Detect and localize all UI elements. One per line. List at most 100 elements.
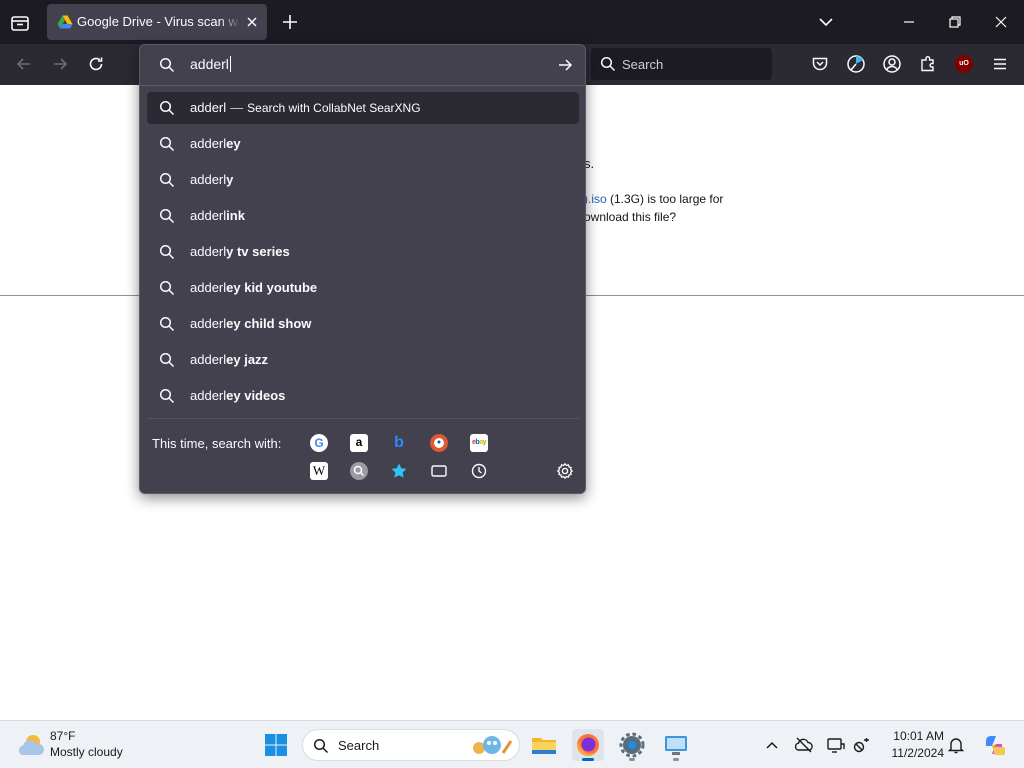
urlbar-input[interactable]: adderl [190, 56, 231, 76]
taskbar-search-box[interactable]: Search [302, 729, 520, 761]
result-typed: adderl [190, 280, 227, 295]
menu-icon[interactable] [990, 54, 1010, 74]
urlbar-result[interactable]: adderley videos [147, 380, 579, 412]
result-completion: ey kid youtube [226, 280, 318, 295]
result-text: adderly [190, 172, 233, 187]
text-caret [229, 56, 231, 72]
urlbar-result[interactable]: adderly tv series [147, 236, 579, 268]
bookmarks-icon[interactable] [390, 462, 408, 480]
result-completion: y [226, 172, 234, 187]
urlbar-popup: adderl adderl — Search with CollabNet Sear… [139, 44, 586, 494]
urlbar-result[interactable]: adderley child show [147, 308, 579, 340]
result-completion: ey jazz [226, 352, 269, 367]
file-link[interactable]: ).iso [584, 192, 607, 206]
result-text: adderley [190, 136, 241, 151]
result-completion: y tv series [226, 244, 290, 259]
settings-gear-icon[interactable] [556, 462, 574, 480]
result-completion: ink [226, 208, 245, 223]
pocket-icon[interactable] [810, 54, 830, 74]
restore-icon[interactable] [945, 12, 965, 32]
urlbar-result[interactable]: adderley jazz [147, 344, 579, 376]
weather-cloudy-icon[interactable] [16, 731, 46, 759]
wifi-off-icon[interactable] [852, 735, 872, 755]
search-highlight-icon [471, 733, 515, 759]
extensions-icon[interactable] [918, 54, 938, 74]
result-text: adderly tv series [190, 244, 290, 259]
search-icon [159, 57, 175, 73]
result-text: adderlink [190, 208, 245, 223]
result-action: Search with CollabNet SearXNG [247, 101, 421, 115]
result-text: adderley jazz [190, 352, 268, 367]
searxng-icon[interactable] [350, 462, 368, 480]
tab-google-drive[interactable]: Google Drive - Virus scan warning [47, 4, 267, 40]
result-completion: ey videos [226, 388, 286, 403]
bell-icon[interactable] [946, 735, 966, 755]
urlbar-input-row: adderl [140, 45, 585, 86]
search-bar[interactable]: Search [591, 48, 772, 80]
result-text: adderley videos [190, 388, 285, 403]
search-placeholder: Search [622, 57, 664, 72]
history-icon[interactable] [470, 462, 488, 480]
result-typed: adderl [190, 352, 227, 367]
result-completion: ey [226, 136, 241, 151]
file-explorer-icon[interactable] [528, 729, 560, 761]
urlbar-result[interactable]: adderl — Search with CollabNet SearXNG [147, 92, 579, 124]
tab-strip: Google Drive - Virus scan warning [0, 0, 1024, 44]
new-tab-icon[interactable] [280, 12, 300, 32]
amazon-icon[interactable]: a [350, 434, 368, 452]
result-completion: ey child show [226, 316, 312, 331]
taskbar-search-placeholder: Search [338, 738, 380, 753]
firefox-icon[interactable] [572, 729, 604, 761]
google-drive-icon [57, 14, 73, 30]
list-all-tabs-icon[interactable] [9, 12, 31, 34]
account-icon[interactable] [882, 54, 902, 74]
search-icon [159, 352, 175, 368]
running-app-indicator [673, 758, 679, 761]
search-icon [159, 172, 175, 188]
minimize-icon[interactable] [899, 12, 919, 32]
weather-description[interactable]: Mostly cloudy [50, 745, 123, 759]
display-icon[interactable] [826, 735, 846, 755]
forward-icon[interactable] [50, 54, 70, 74]
duckduckgo-icon[interactable] [430, 434, 448, 452]
result-typed: adderl [190, 244, 227, 259]
search-icon [159, 208, 175, 224]
one-off-divider [147, 418, 579, 419]
clock-time[interactable]: 10:01 AM [884, 729, 944, 743]
running-app-indicator [629, 758, 635, 761]
sync-icon[interactable] [846, 54, 866, 74]
close-tab-icon[interactable] [243, 13, 261, 31]
search-icon [159, 100, 175, 116]
windows-start-icon[interactable] [264, 733, 288, 757]
weather-temperature[interactable]: 87°F [50, 729, 75, 743]
tab-title: Google Drive - Virus scan warning [77, 14, 239, 29]
wikipedia-icon[interactable]: W [310, 462, 328, 480]
chevron-up-icon[interactable] [762, 735, 782, 755]
result-typed: adderl [190, 136, 227, 151]
bing-icon[interactable]: b [390, 434, 408, 452]
urlbar-result[interactable]: adderlink [147, 200, 579, 232]
onedrive-offline-icon[interactable] [794, 735, 814, 755]
result-typed: adderl [190, 208, 227, 223]
page-warning-line: ).iso (1.3G) is too large for [584, 192, 723, 206]
ublock-icon[interactable]: uO [955, 55, 973, 73]
clock-date[interactable]: 11/2/2024 [884, 746, 945, 760]
page-question-text: ownload this file? [584, 210, 677, 224]
reload-icon[interactable] [86, 54, 106, 74]
urlbar-result[interactable]: adderley [147, 128, 579, 160]
copilot-icon[interactable] [982, 733, 1006, 757]
chevron-down-icon[interactable] [816, 12, 836, 32]
google-icon[interactable]: G [310, 434, 328, 452]
search-icon [159, 244, 175, 260]
urlbar-result[interactable]: adderley kid youtube [147, 272, 579, 304]
urlbar-result[interactable]: adderly [147, 164, 579, 196]
settings-icon[interactable] [616, 729, 648, 761]
back-icon[interactable] [14, 54, 34, 74]
tabs-icon[interactable] [430, 462, 448, 480]
ebay-icon[interactable]: ebay [470, 434, 488, 452]
result-text: adderl — Search with CollabNet SearXNG [190, 100, 421, 115]
close-window-icon[interactable] [991, 12, 1011, 32]
remote-desktop-icon[interactable] [660, 729, 692, 761]
result-text: adderley child show [190, 316, 311, 331]
go-arrow-icon[interactable] [556, 56, 574, 74]
